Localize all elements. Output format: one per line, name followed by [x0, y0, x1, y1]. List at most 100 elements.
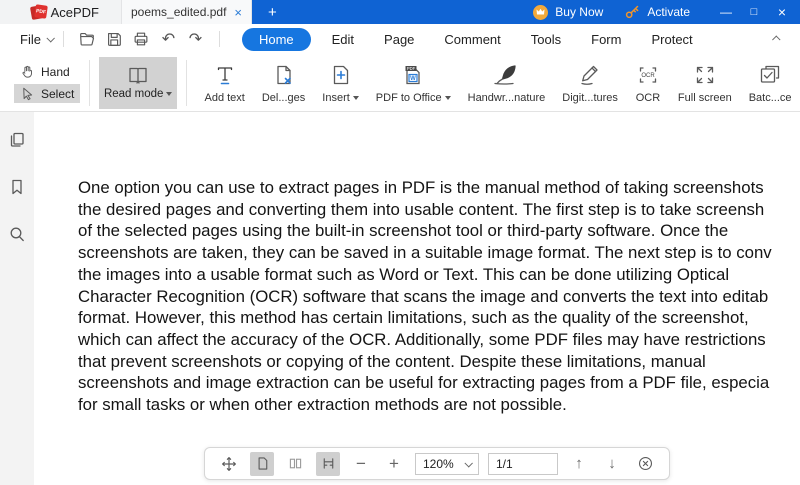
full-screen-button[interactable]: Full screen: [678, 62, 732, 104]
pdf-to-office-label: PDF to Office: [375, 91, 442, 104]
dropdown-arrow-icon: [444, 95, 451, 100]
file-menu-label: File: [20, 31, 41, 47]
full-screen-icon: [696, 66, 713, 83]
hand-icon: [22, 65, 32, 78]
key-icon: [625, 5, 640, 19]
menubar-separator: [218, 31, 220, 47]
add-text-button[interactable]: Add text: [205, 62, 245, 104]
handwritten-signature-button[interactable]: Handwr...nature: [467, 62, 546, 104]
titlebar-right-group: Buy Now Activate — □ ×: [533, 4, 800, 20]
full-screen-label: Full screen: [677, 91, 732, 104]
pointer-mode-group: Hand Select: [14, 62, 81, 103]
hand-tool-label: Hand: [41, 64, 70, 79]
minimize-button[interactable]: —: [712, 5, 740, 19]
logo-front-card: PDF: [34, 4, 48, 19]
titlebar-left: PDF AcePDF poems_edited.pdf ×: [0, 0, 252, 24]
tab-title: poems_edited.pdf: [131, 5, 227, 19]
document-text-line: for small tasks or when other extraction…: [78, 395, 567, 415]
read-mode-label: Read mode: [103, 88, 164, 100]
ribbon-tabs: Home Edit Page Comment Tools Form Protec…: [241, 27, 708, 51]
document-text-line: Character Recognition (OCR) software tha…: [78, 286, 769, 306]
document-text-line: the desired pages and converting them in…: [78, 199, 765, 219]
svg-text:W: W: [410, 76, 416, 82]
previous-page-button[interactable]: ↑: [567, 452, 591, 476]
search-icon[interactable]: [7, 224, 27, 249]
tab-home[interactable]: Home: [241, 27, 311, 51]
read-mode-button[interactable]: Read mode: [99, 56, 178, 109]
acepdf-logo-icon: PDF: [29, 4, 48, 20]
document-text-line: the images into a usable format such as …: [78, 264, 730, 284]
add-text-icon: [217, 66, 232, 84]
delete-pages-label: Del...ges: [261, 91, 306, 104]
insert-page-icon: [333, 65, 348, 84]
single-page-view-button[interactable]: [250, 451, 274, 476]
ocr-icon: OCR: [639, 66, 657, 83]
zoom-in-button[interactable]: +: [382, 452, 406, 476]
pdf-to-office-button[interactable]: PDF W PDF to Office: [376, 62, 451, 104]
page-thumbnails-icon[interactable]: [7, 130, 27, 155]
ocr-label: OCR: [635, 91, 661, 104]
pdf-to-office-icon: PDF W: [405, 65, 420, 84]
print-button[interactable]: [128, 28, 155, 50]
close-button[interactable]: ×: [768, 4, 796, 20]
document-tab[interactable]: poems_edited.pdf ×: [121, 0, 252, 24]
tab-edit[interactable]: Edit: [317, 28, 369, 51]
tab-page[interactable]: Page: [369, 28, 429, 51]
insert-button[interactable]: Insert: [322, 62, 359, 104]
select-cursor-icon: [23, 87, 33, 101]
new-tab-button[interactable]: +: [268, 4, 277, 21]
titlebar-blue-area: + Buy Now Activate — □ ×: [252, 0, 800, 24]
page-number-input[interactable]: 1/1: [488, 452, 558, 475]
titlebar: PDF AcePDF poems_edited.pdf × + Buy Now …: [0, 0, 800, 24]
file-menu-button[interactable]: File: [20, 31, 55, 47]
undo-icon[interactable]: ↶: [155, 28, 182, 50]
maximize-button[interactable]: □: [740, 6, 768, 18]
activate-button[interactable]: Activate: [647, 5, 690, 19]
document-text-line: which can affect the accuracy of the OCR…: [78, 329, 766, 349]
collapse-ribbon-button[interactable]: [766, 28, 788, 50]
handwritten-signature-label: Handwr...nature: [467, 91, 546, 104]
zoom-level-select[interactable]: 120%: [415, 452, 479, 475]
tab-close-icon[interactable]: ×: [234, 6, 242, 19]
next-page-button[interactable]: ↓: [600, 452, 624, 476]
close-toolbar-button[interactable]: [633, 452, 657, 476]
document-text-line: format. However, this method has certain…: [78, 308, 749, 328]
digital-signatures-label: Digit...tures: [562, 91, 618, 104]
ribbon-separator: [186, 59, 187, 106]
batch-process-button[interactable]: Batc...ce: [749, 62, 792, 104]
view-toolbar: − + 120% 1/1 ↑ ↓: [204, 447, 670, 480]
save-button[interactable]: [101, 28, 128, 50]
document-page[interactable]: One option you can use to extract pages …: [34, 112, 800, 485]
single-page-icon: [258, 457, 267, 470]
tab-protect[interactable]: Protect: [636, 28, 707, 51]
select-tool-label: Select: [41, 86, 75, 101]
batch-process-icon: [760, 65, 780, 83]
bookmark-icon[interactable]: [7, 177, 27, 202]
ocr-button[interactable]: OCR OCR: [635, 62, 661, 104]
digital-signatures-button[interactable]: Digit...tures: [562, 62, 618, 104]
menubar-separator: [62, 31, 64, 47]
document-text-line: screenshots are taken, they can be saved…: [78, 243, 772, 263]
two-page-icon: [289, 458, 301, 469]
tab-comment[interactable]: Comment: [429, 28, 515, 51]
tab-tools[interactable]: Tools: [516, 28, 576, 51]
select-tool-button[interactable]: Select: [14, 84, 81, 103]
open-file-button[interactable]: [74, 28, 101, 50]
fit-width-button[interactable]: [316, 451, 340, 476]
redo-icon[interactable]: ↷: [182, 28, 209, 50]
tab-form[interactable]: Form: [576, 28, 636, 51]
quill-pen-icon: [494, 64, 517, 85]
buy-now-button[interactable]: Buy Now: [555, 5, 603, 19]
pan-tool-button[interactable]: [217, 452, 241, 476]
tool-ribbon: Hand Select Read mode Add text Del...ges…: [0, 54, 800, 112]
hand-tool-button[interactable]: Hand: [14, 62, 80, 81]
pan-move-icon: [222, 456, 236, 471]
svg-text:OCR: OCR: [641, 73, 655, 79]
delete-pages-button[interactable]: Del...ges: [262, 62, 305, 104]
zoom-out-button[interactable]: −: [349, 452, 373, 476]
menubar: File ↶ ↷ Home Edit Page Comment Tools Fo…: [0, 24, 800, 54]
two-page-view-button[interactable]: [283, 452, 307, 476]
pencil-sign-icon: [581, 65, 598, 85]
chevron-up-icon: [772, 35, 781, 44]
dropdown-arrow-icon: [166, 92, 173, 96]
